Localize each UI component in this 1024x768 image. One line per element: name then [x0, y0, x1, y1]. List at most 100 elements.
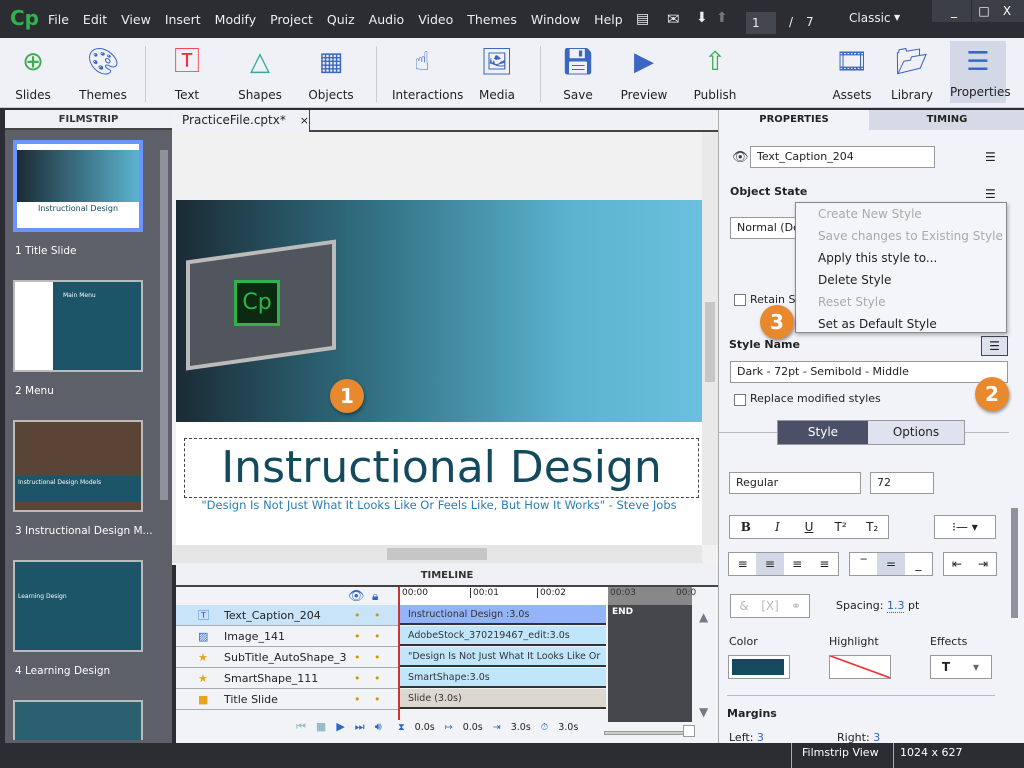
timeline-row[interactable]: ★ SmartShape_111 • • — [176, 668, 398, 689]
slide-notes-icon[interactable]: ▤ — [636, 11, 649, 27]
menu-insert[interactable]: Insert — [165, 12, 201, 27]
time-ruler[interactable]: 00:00 00:01 00:02 — [398, 587, 608, 605]
spacing-value[interactable]: 1.3 — [886, 599, 905, 613]
style-name-select[interactable]: Dark - 72pt - Semibold - Middle — [730, 361, 1008, 383]
save-button[interactable]: 💾︎ Save — [548, 44, 608, 102]
rewind-icon[interactable]: ⏮ — [296, 720, 316, 733]
lock-dot[interactable]: • — [374, 668, 381, 689]
menu-file[interactable]: File — [48, 12, 69, 27]
properties-button[interactable]: ☰ Properties — [950, 41, 1011, 103]
assets-button[interactable]: 🎞︎ Assets — [822, 44, 882, 102]
font-style-select[interactable]: Regular — [729, 472, 861, 494]
preview-button[interactable]: ▶ Preview — [614, 44, 674, 102]
timeline-bar[interactable]: SmartShape:3.0s — [398, 668, 606, 688]
tab-practice-file[interactable]: PracticeFile.cptx* × — [172, 110, 310, 132]
menu-item-reset-style[interactable]: Reset Style — [796, 291, 1006, 313]
hyperlink-icon[interactable]: ⚭ — [783, 595, 809, 617]
symbol-icon[interactable]: & — [731, 595, 757, 617]
end-icon[interactable]: ⏭ — [355, 720, 375, 733]
slides-button[interactable]: ⊕ Slides — [3, 44, 63, 102]
play-icon[interactable]: ▶ — [336, 720, 354, 733]
timeline-row[interactable]: ■ Title Slide • • — [176, 689, 398, 710]
previous-slide-icon[interactable]: ⬆ — [716, 10, 728, 26]
zoom-slider[interactable] — [604, 725, 695, 737]
close-tab-icon[interactable]: × — [300, 114, 309, 127]
retain-checkbox[interactable] — [734, 294, 746, 306]
menu-window[interactable]: Window — [531, 12, 580, 27]
replace-styles-checkbox[interactable] — [734, 394, 746, 406]
objects-button[interactable]: ▦ Objects — [301, 44, 361, 102]
playback-controls[interactable]: ⏮■▶⏭🔊︎ — [296, 720, 392, 734]
subscript-button[interactable]: T₂ — [856, 516, 888, 538]
subtitle-text[interactable]: "Design Is Not Just What It Looks Like O… — [176, 498, 702, 512]
interactions-button[interactable]: ☝ Interactions — [392, 44, 463, 102]
visibility-dot[interactable]: • — [354, 668, 361, 689]
align-bottom-icon[interactable]: _ — [905, 553, 932, 575]
slide-thumbnail-1[interactable]: Instructional Design — [13, 140, 143, 232]
font-size-select[interactable]: 72 — [870, 472, 934, 494]
tab-style[interactable]: Style — [778, 421, 868, 444]
visibility-dot[interactable]: • — [354, 647, 361, 668]
menu-item-set-default-style[interactable]: Set as Default Style — [796, 313, 1006, 335]
align-top-icon[interactable]: ‾ — [850, 553, 877, 575]
visibility-dot[interactable]: • — [354, 605, 361, 626]
align-center-icon[interactable]: ≡ — [756, 553, 784, 575]
lock-dot[interactable]: • — [374, 605, 381, 626]
indent-icon[interactable]: ⇥ — [970, 553, 996, 575]
menu-help[interactable]: Help — [594, 12, 623, 27]
text-color-picker[interactable] — [728, 655, 790, 679]
superscript-button[interactable]: T² — [825, 516, 857, 538]
eye-icon[interactable]: 👁︎ — [348, 589, 365, 604]
publish-button[interactable]: ⇧ Publish — [685, 44, 745, 102]
underline-button[interactable]: U — [793, 516, 825, 538]
title-caption[interactable]: Instructional Design — [184, 438, 699, 498]
variable-icon[interactable]: [X] — [757, 595, 783, 617]
timeline-row[interactable]: 🅃 Text_Caption_204 • • — [176, 605, 398, 626]
page-number-input[interactable]: 1 — [746, 12, 776, 34]
highlight-color-picker[interactable] — [829, 655, 891, 679]
outdent-icon[interactable]: ⇤ — [944, 553, 970, 575]
library-button[interactable]: 📂︎ Library — [882, 44, 942, 102]
lock-icon[interactable]: 🔒︎ — [372, 589, 378, 604]
tab-properties[interactable]: PROPERTIES — [719, 110, 869, 130]
justify-icon[interactable]: ≡ — [811, 553, 838, 575]
lock-dot[interactable]: • — [374, 647, 381, 668]
effects-select[interactable]: T ▾ — [930, 655, 992, 679]
slide-thumbnail-3[interactable]: Instructional Design Models — [13, 420, 143, 512]
playhead[interactable] — [398, 605, 400, 720]
workspace-select[interactable]: Classic — [849, 11, 891, 25]
slide-image[interactable]: Cp — [176, 200, 702, 422]
slide-thumbnail-4[interactable]: Learning Design — [13, 560, 143, 652]
shapes-button[interactable]: △ Shapes — [230, 44, 290, 102]
menu-quiz[interactable]: Quiz — [327, 12, 355, 27]
filmstrip-scrollbar[interactable] — [160, 150, 168, 500]
menu-project[interactable]: Project — [270, 12, 313, 27]
scroll-up-icon[interactable]: ▲ — [699, 610, 708, 624]
timeline-bar[interactable]: "Design Is Not Just What It Looks Like O… — [398, 647, 606, 682]
lock-dot[interactable]: • — [374, 626, 381, 647]
visibility-dot[interactable]: • — [354, 626, 361, 647]
style-menu-button[interactable]: ☰ — [981, 336, 1008, 356]
bullets-select[interactable]: ⁝— ▾ — [934, 515, 996, 539]
stop-icon[interactable]: ■ — [316, 720, 336, 733]
italic-button[interactable]: I — [762, 516, 794, 538]
lock-dot[interactable]: • — [374, 689, 381, 710]
menu-themes[interactable]: Themes — [467, 12, 517, 27]
menu-icon[interactable]: ☰ — [985, 150, 996, 164]
mail-icon[interactable]: ✉ — [667, 10, 680, 28]
menu-item-apply-style[interactable]: Apply this style to... — [796, 247, 1006, 269]
text-button[interactable]: 🅃 Text — [157, 44, 217, 102]
menu-modify[interactable]: Modify — [215, 12, 256, 27]
align-middle-icon[interactable]: = — [877, 553, 905, 575]
align-right-icon[interactable]: ≡ — [784, 553, 811, 575]
media-button[interactable]: 🖼︎ Media — [467, 44, 527, 102]
menu-item-save-changes[interactable]: Save changes to Existing Style — [796, 225, 1006, 247]
timeline-row[interactable]: ★ SubTitle_AutoShape_3 • • — [176, 647, 398, 668]
object-name-input[interactable]: Text_Caption_204 — [750, 146, 935, 168]
scroll-down-icon[interactable]: ▼ — [699, 705, 708, 719]
menu-view[interactable]: View — [121, 12, 151, 27]
next-slide-icon[interactable]: ⬇ — [696, 10, 708, 26]
visibility-dot[interactable]: • — [354, 689, 361, 710]
horizontal-scrollbar[interactable] — [172, 545, 702, 563]
menu-audio[interactable]: Audio — [369, 12, 405, 27]
